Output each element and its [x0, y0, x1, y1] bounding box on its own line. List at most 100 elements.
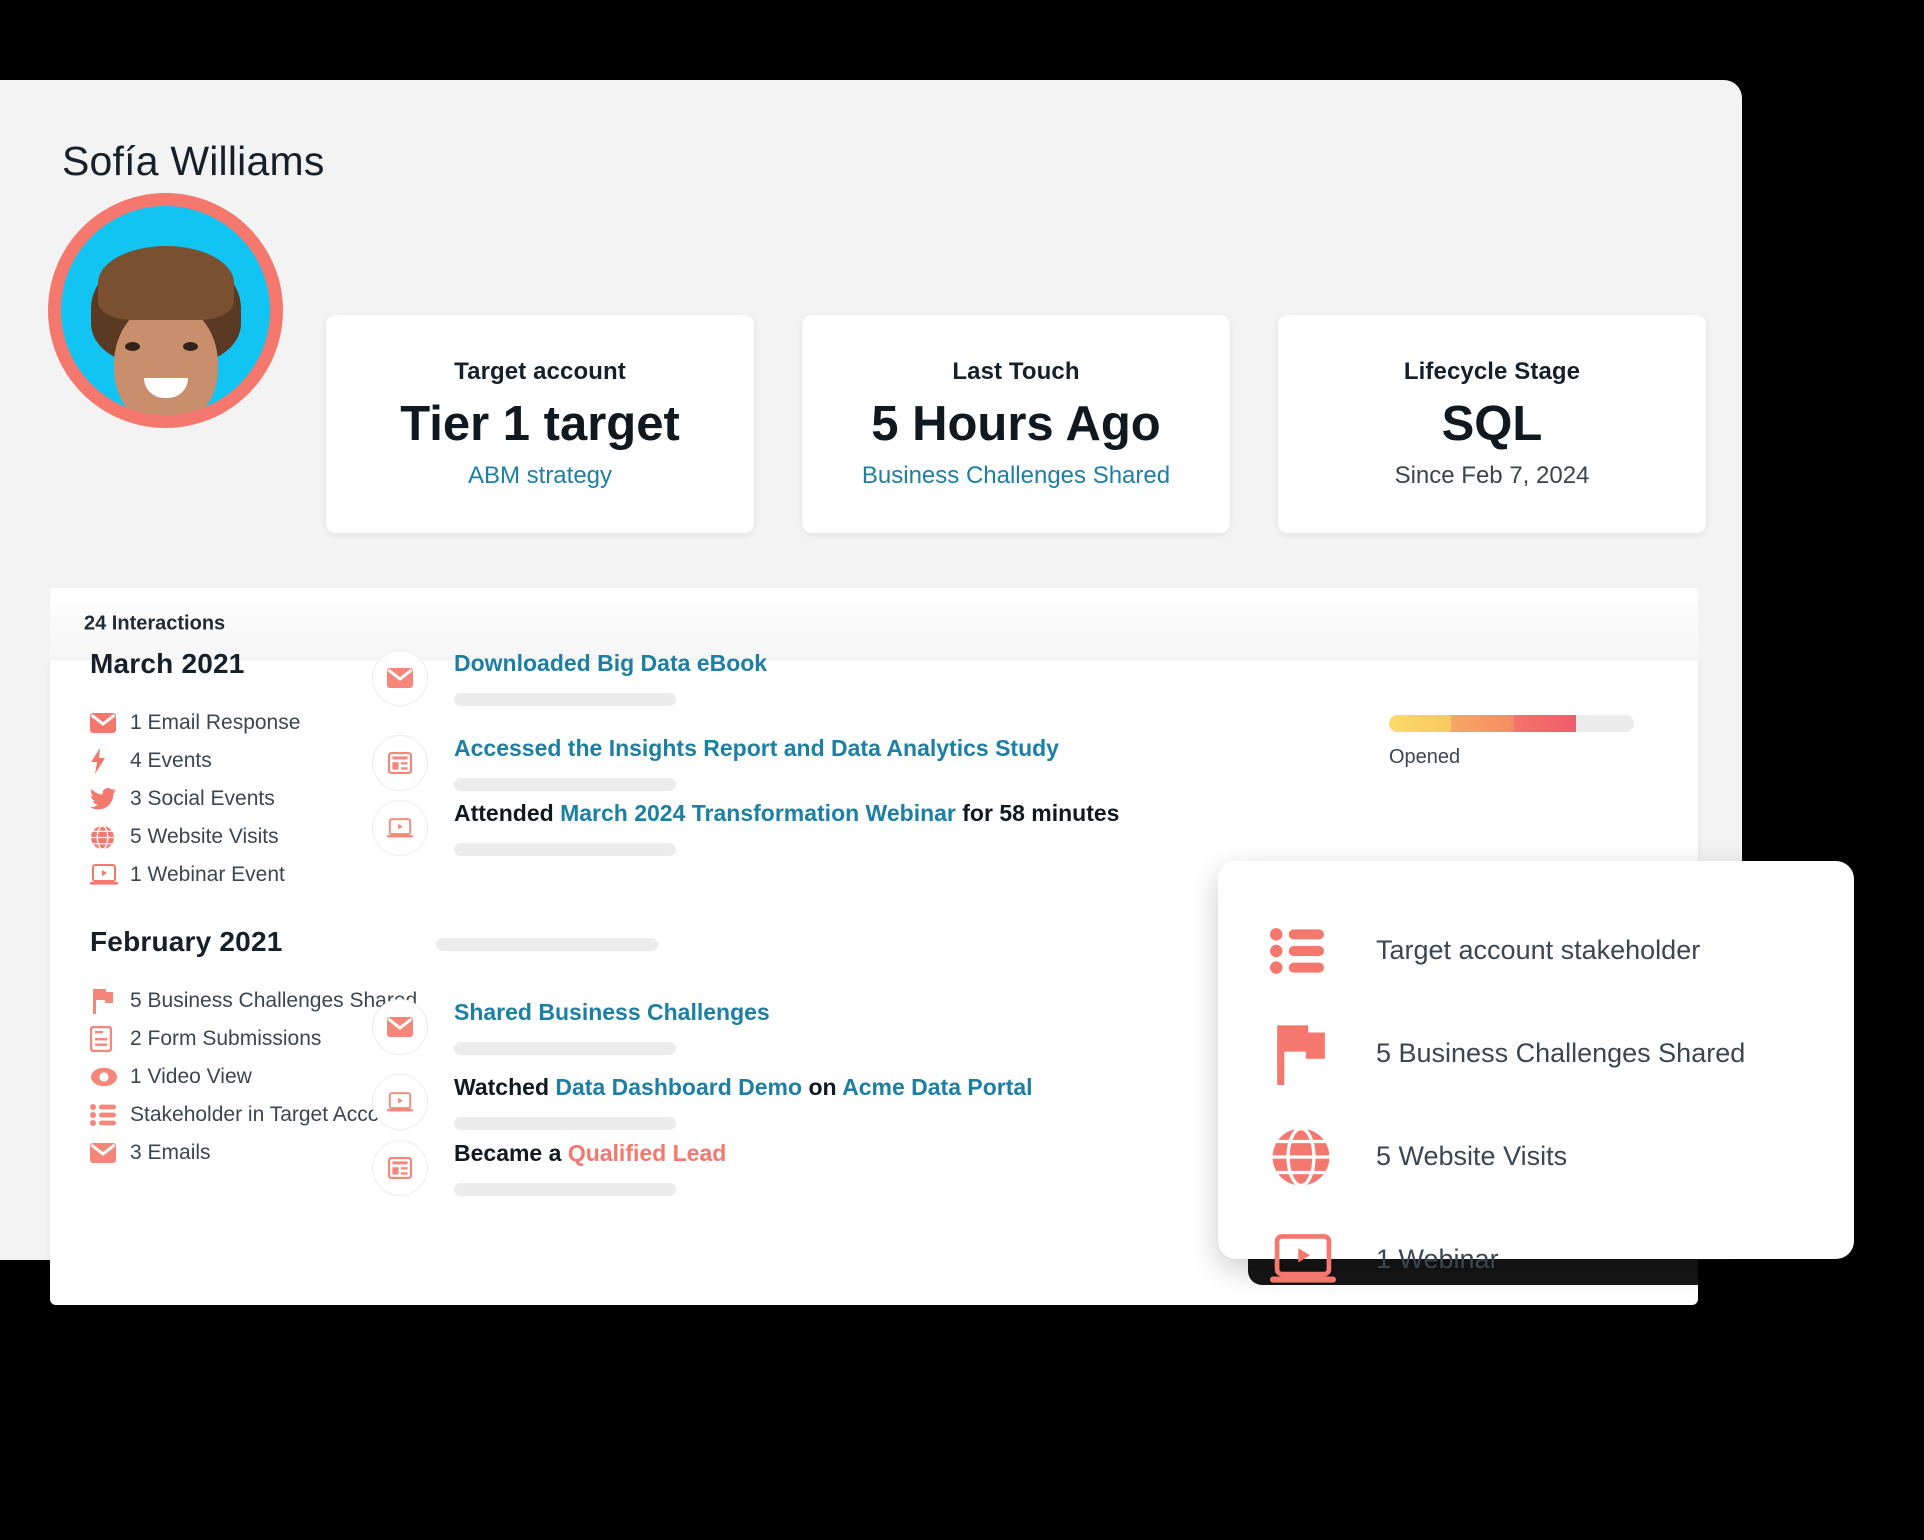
summary-row: 3 Social Events	[90, 780, 300, 818]
report-icon	[372, 1140, 428, 1196]
entry-placeholder-bar	[436, 938, 658, 951]
meter-segment-3	[1513, 715, 1577, 732]
summary-row: 4 Events	[90, 742, 300, 780]
summary-row: 5 Business Challenges Shared	[90, 982, 417, 1020]
month-block-february-2021: February 2021 5 Business Challenges Shar…	[90, 926, 417, 1172]
month-block-march-2021: March 2021 1 Email Response 4 Events 3 S…	[90, 648, 300, 894]
popup-item-label: Target account stakeholder	[1376, 935, 1701, 965]
stat-card-label: Last Touch	[952, 357, 1080, 385]
summary-label: 1 Email Response	[130, 711, 301, 734]
timeline-entry[interactable]: Shared Business Challenges	[372, 999, 770, 1056]
stat-card-target-account[interactable]: Target account Tier 1 target ABM strateg…	[326, 315, 754, 533]
timeline-entry-text[interactable]: Watched Data Dashboard Demo on Acme Data…	[454, 1074, 1033, 1101]
stat-card-sublink[interactable]: ABM strategy	[468, 462, 612, 490]
envelope-icon	[90, 713, 130, 733]
flag-icon	[90, 988, 130, 1014]
popup-item-list: Target account stakeholder 5 Business Ch…	[1270, 899, 1824, 1311]
entry-placeholder-bar	[454, 1183, 676, 1197]
stat-card-value: SQL	[1441, 396, 1543, 451]
entry-text-plain: for 58 minutes	[955, 800, 1120, 826]
list-icon	[1270, 927, 1376, 974]
webinar-laptop-icon	[90, 864, 130, 886]
entry-text-plain: Watched	[454, 1074, 556, 1100]
engagement-meter: Opened	[1389, 715, 1634, 769]
stat-card-value: Tier 1 target	[400, 396, 680, 451]
entry-placeholder-bar	[454, 1042, 676, 1056]
avatar	[48, 193, 283, 428]
twitter-bird-icon	[90, 788, 130, 810]
popup-list-item[interactable]: 5 Website Visits	[1270, 1105, 1824, 1208]
summary-row: 3 Emails	[90, 1134, 417, 1172]
engagement-meter-label: Opened	[1389, 746, 1461, 768]
webinar-laptop-icon	[1270, 1233, 1376, 1286]
timeline-entry[interactable]: Downloaded Big Data eBook	[372, 650, 767, 707]
webinar-laptop-icon	[372, 1074, 428, 1130]
summary-label: 2 Form Submissions	[130, 1027, 322, 1050]
summary-label: Stakeholder in Target Account	[130, 1103, 409, 1126]
stakeholder-summary-popup: Target account stakeholder 5 Business Ch…	[1218, 861, 1854, 1283]
timeline-entry-text[interactable]: Shared Business Challenges	[454, 999, 770, 1026]
summary-label: 3 Social Events	[130, 787, 275, 810]
entry-link[interactable]: Acme Data Portal	[842, 1074, 1032, 1100]
popup-list-item[interactable]: Target account stakeholder	[1270, 899, 1824, 1002]
summary-row: 2 Form Submissions	[90, 1020, 417, 1058]
entry-link[interactable]: Data Dashboard Demo	[555, 1074, 802, 1100]
entry-placeholder-bar	[454, 843, 676, 857]
month-title: February 2021	[90, 926, 283, 957]
globe-icon	[90, 824, 130, 850]
summary-row: 1 Webinar Event	[90, 856, 300, 894]
stat-card-row: Target account Tier 1 target ABM strateg…	[326, 315, 1706, 533]
envelope-icon	[372, 999, 428, 1055]
entry-placeholder-bar	[454, 1117, 676, 1131]
summary-row: 1 Email Response	[90, 704, 300, 742]
stat-card-label: Lifecycle Stage	[1403, 357, 1581, 385]
summary-row: Stakeholder in Target Account	[90, 1096, 417, 1134]
engagement-meter-track	[1389, 715, 1634, 732]
webinar-laptop-icon	[372, 800, 428, 856]
popup-item-label: 1 Webinar	[1376, 1244, 1499, 1274]
entry-placeholder-bar	[454, 778, 676, 792]
timeline-entry-text[interactable]: Became a Qualified Lead	[454, 1140, 726, 1167]
timeline-entry-text[interactable]: Accessed the Insights Report and Data An…	[454, 735, 1059, 762]
popup-list-item[interactable]: 1 Webinar	[1270, 1208, 1824, 1311]
stat-card-lifecycle-stage[interactable]: Lifecycle Stage SQL Since Feb 7, 2024	[1278, 315, 1706, 533]
list-icon	[90, 1104, 130, 1126]
stat-card-sublink[interactable]: Business Challenges Shared	[862, 462, 1170, 490]
timeline-entry[interactable]: Became a Qualified Lead	[372, 1140, 726, 1197]
summary-row: 5 Website Visits	[90, 818, 300, 856]
popup-item-label: 5 Business Challenges Shared	[1376, 1038, 1746, 1068]
entry-link[interactable]: Downloaded Big Data eBook	[454, 650, 767, 676]
summary-label: 5 Website Visits	[130, 825, 279, 848]
eye-icon	[90, 1067, 130, 1087]
timeline-entry[interactable]: Accessed the Insights Report and Data An…	[372, 735, 1059, 792]
envelope-icon	[90, 1143, 130, 1163]
timeline-entry-text[interactable]: Downloaded Big Data eBook	[454, 650, 767, 677]
lightning-icon	[90, 748, 130, 774]
summary-label: 4 Events	[130, 749, 212, 772]
stat-card-label: Target account	[454, 357, 626, 385]
timeline-entry[interactable]: Attended March 2024 Transformation Webin…	[372, 800, 1119, 857]
form-icon	[90, 1026, 130, 1052]
summary-label: 1 Webinar Event	[130, 863, 285, 886]
entry-link[interactable]: Shared Business Challenges	[454, 999, 770, 1025]
stat-card-subtext: Since Feb 7, 2024	[1394, 462, 1590, 490]
entry-text-plain: Attended	[454, 800, 561, 826]
entry-link[interactable]: March 2024 Transformation Webinar	[560, 800, 956, 826]
avatar-photo	[61, 206, 270, 415]
flag-icon	[1270, 1023, 1376, 1085]
stat-card-last-touch[interactable]: Last Touch 5 Hours Ago Business Challeng…	[802, 315, 1230, 533]
avatar-hair-front	[97, 246, 234, 320]
popup-list-item[interactable]: 5 Business Challenges Shared	[1270, 1002, 1824, 1105]
timeline-entry[interactable]: Watched Data Dashboard Demo on Acme Data…	[372, 1074, 1033, 1131]
summary-label: 1 Video View	[130, 1065, 252, 1088]
meter-segment-2	[1451, 715, 1514, 732]
popup-item-label: 5 Website Visits	[1376, 1141, 1568, 1171]
entry-status-text: Qualified Lead	[567, 1140, 727, 1166]
globe-icon	[1270, 1126, 1376, 1188]
avatar-eye-left	[125, 342, 140, 351]
envelope-icon	[372, 650, 428, 706]
entry-text-plain: Became a	[454, 1140, 568, 1166]
summary-label: 3 Emails	[130, 1141, 211, 1164]
timeline-entry-text[interactable]: Attended March 2024 Transformation Webin…	[454, 800, 1119, 827]
entry-link[interactable]: Accessed the Insights Report and Data An…	[454, 735, 1059, 761]
